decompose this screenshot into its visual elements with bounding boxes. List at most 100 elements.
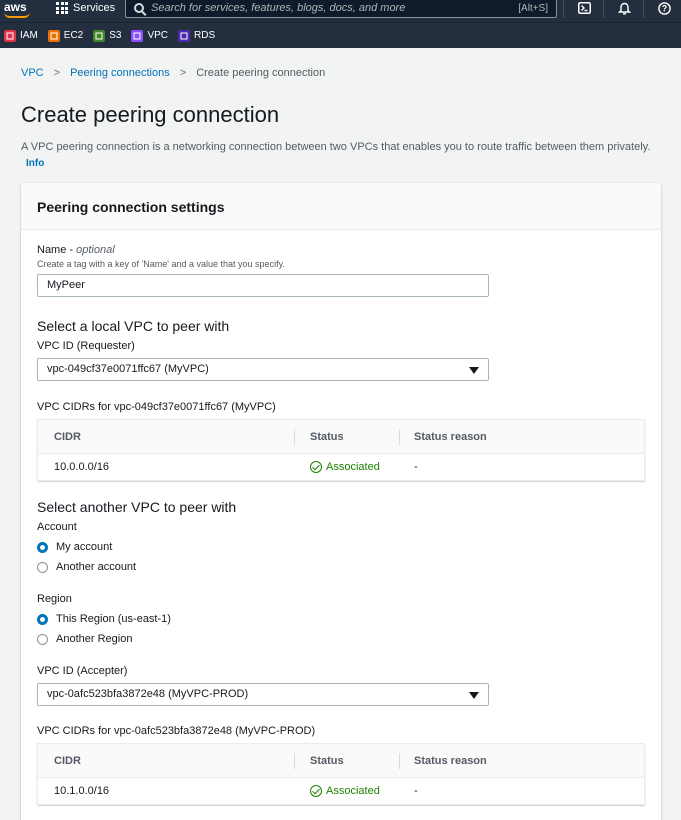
radio-label: Another Region <box>56 633 133 645</box>
local-cidrs-label: VPC CIDRs for vpc-049cf37e0071ffc67 (MyV… <box>37 401 276 413</box>
name-label-text: Name <box>37 244 67 256</box>
radio-another-region[interactable]: Another Region <box>37 633 132 645</box>
favorite-label: EC2 <box>63 30 84 41</box>
radio-label: Another account <box>56 561 137 573</box>
favorite-ec2[interactable]: EC2 <box>47 29 84 42</box>
bell-icon[interactable] <box>618 0 631 16</box>
services-label: Services <box>73 2 116 14</box>
cidr-cell: 10.0.0.0/16 <box>54 461 110 473</box>
region-label: Region <box>37 593 72 605</box>
radio-selected-icon <box>37 541 48 553</box>
breadcrumb: VPC > Peering connections > Create peeri… <box>21 67 325 79</box>
radio-unselected-icon <box>37 633 48 645</box>
favorite-label: RDS <box>194 30 216 41</box>
status-text: Associated <box>326 785 380 797</box>
column-header-status[interactable]: Status <box>310 420 344 453</box>
aws-logo[interactable]: aws <box>4 0 30 18</box>
peer-cidr-table: CIDR Status Status reason 10.1.0.0/16 As… <box>37 743 645 805</box>
status-text: Associated <box>326 461 380 473</box>
radio-another-account[interactable]: Another account <box>37 561 136 573</box>
breadcrumb-vpc[interactable]: VPC <box>21 67 44 79</box>
requester-vpc-select[interactable]: vpc-049cf37e0071ffc67 (MyVPC) <box>37 358 489 381</box>
peering-settings-panel: Peering connection settings Name - optio… <box>21 183 661 820</box>
favorite-s3[interactable]: S3 <box>93 29 122 42</box>
name-hint: Create a tag with a key of 'Name' and a … <box>37 259 285 269</box>
caret-down-icon <box>469 692 479 699</box>
table-row: 10.0.0.0/16 Associated - <box>38 454 644 480</box>
grid-icon <box>56 2 68 14</box>
account-label: Account <box>37 521 77 533</box>
favorites-bar: IAM EC2 S3 VPC RDS <box>0 22 681 48</box>
radio-label: This Region (us-east-1) <box>56 613 171 625</box>
local-cidr-table: CIDR Status Status reason 10.0.0.0/16 As… <box>37 419 645 481</box>
accepter-label: VPC ID (Accepter) <box>37 665 128 677</box>
favorite-label: S3 <box>109 30 122 41</box>
rds-service-icon <box>178 29 191 42</box>
accepter-select-value: vpc-0afc523bfa3872e48 (MyVPC-PROD) <box>47 688 249 700</box>
page-title: Create peering connection <box>21 102 280 127</box>
aws-smile-icon <box>4 12 30 18</box>
services-menu-button[interactable]: Services <box>56 0 115 16</box>
peer-cidrs-label: VPC CIDRs for vpc-0afc523bfa3872e48 (MyV… <box>37 725 316 737</box>
ec2-service-icon <box>47 29 60 42</box>
cloudshell-icon[interactable] <box>578 0 591 16</box>
vpc-service-icon <box>131 29 144 42</box>
help-icon[interactable]: ? <box>658 0 671 16</box>
favorite-vpc[interactable]: VPC <box>131 29 169 42</box>
check-circle-icon <box>310 785 322 797</box>
another-vpc-heading: Select another VPC to peer with <box>37 499 237 515</box>
radio-my-account[interactable]: My account <box>37 541 112 553</box>
table-row: 10.1.0.0/16 Associated - <box>38 778 644 804</box>
column-header-cidr[interactable]: CIDR <box>54 744 81 777</box>
info-link[interactable]: Info <box>26 158 44 169</box>
requester-label: VPC ID (Requester) <box>37 340 135 352</box>
column-header-status[interactable]: Status <box>310 744 344 777</box>
accepter-vpc-select[interactable]: vpc-0afc523bfa3872e48 (MyVPC-PROD) <box>37 683 489 706</box>
radio-this-region[interactable]: This Region (us-east-1) <box>37 613 171 625</box>
column-divider <box>399 753 400 769</box>
description-text: A VPC peering connection is a networking… <box>21 141 651 153</box>
name-field-value: MyPeer <box>47 279 85 291</box>
caret-down-icon <box>469 367 479 374</box>
status-reason-cell: - <box>414 461 418 473</box>
svg-text:?: ? <box>662 3 668 13</box>
favorite-label: VPC <box>147 30 169 41</box>
breadcrumb-peering-connections[interactable]: Peering connections <box>70 67 170 79</box>
name-field[interactable]: MyPeer <box>37 274 489 297</box>
optional-text: optional <box>76 244 115 256</box>
search-shortcut: [Alt+S] <box>518 2 548 14</box>
radio-unselected-icon <box>37 561 48 573</box>
table-header: CIDR Status Status reason <box>38 744 644 778</box>
chevron-right-icon: > <box>53 67 61 79</box>
search-input[interactable]: Search for services, features, blogs, do… <box>125 0 557 18</box>
column-header-cidr[interactable]: CIDR <box>54 420 81 453</box>
divider <box>563 0 564 18</box>
column-header-status-reason[interactable]: Status reason <box>414 420 487 453</box>
requester-select-value: vpc-049cf37e0071ffc67 (MyVPC) <box>47 363 209 375</box>
column-header-status-reason[interactable]: Status reason <box>414 744 487 777</box>
search-icon <box>134 3 144 13</box>
status-reason-cell: - <box>414 785 418 797</box>
divider <box>603 0 604 18</box>
status-cell: Associated <box>310 454 380 480</box>
top-navigation: aws Services Search for services, featur… <box>0 0 681 22</box>
name-label: Name - optional <box>37 244 115 256</box>
s3-service-icon <box>93 29 106 42</box>
breadcrumb-current: Create peering connection <box>196 67 326 79</box>
favorite-label: IAM <box>20 30 38 41</box>
divider <box>643 0 644 18</box>
panel-title: Peering connection settings <box>21 183 661 230</box>
cidr-cell: 10.1.0.0/16 <box>54 785 110 797</box>
iam-service-icon <box>4 29 16 42</box>
favorite-rds[interactable]: RDS <box>178 29 216 42</box>
check-circle-icon <box>310 461 322 473</box>
page-description: A VPC peering connection is a networking… <box>21 139 661 172</box>
favorite-iam[interactable]: IAM <box>4 29 38 42</box>
column-divider <box>294 429 295 445</box>
column-divider <box>399 429 400 445</box>
radio-label: My account <box>56 541 113 553</box>
status-cell: Associated <box>310 778 380 804</box>
table-header: CIDR Status Status reason <box>38 420 644 454</box>
search-placeholder: Search for services, features, blogs, do… <box>151 2 406 14</box>
local-vpc-heading: Select a local VPC to peer with <box>37 318 230 334</box>
